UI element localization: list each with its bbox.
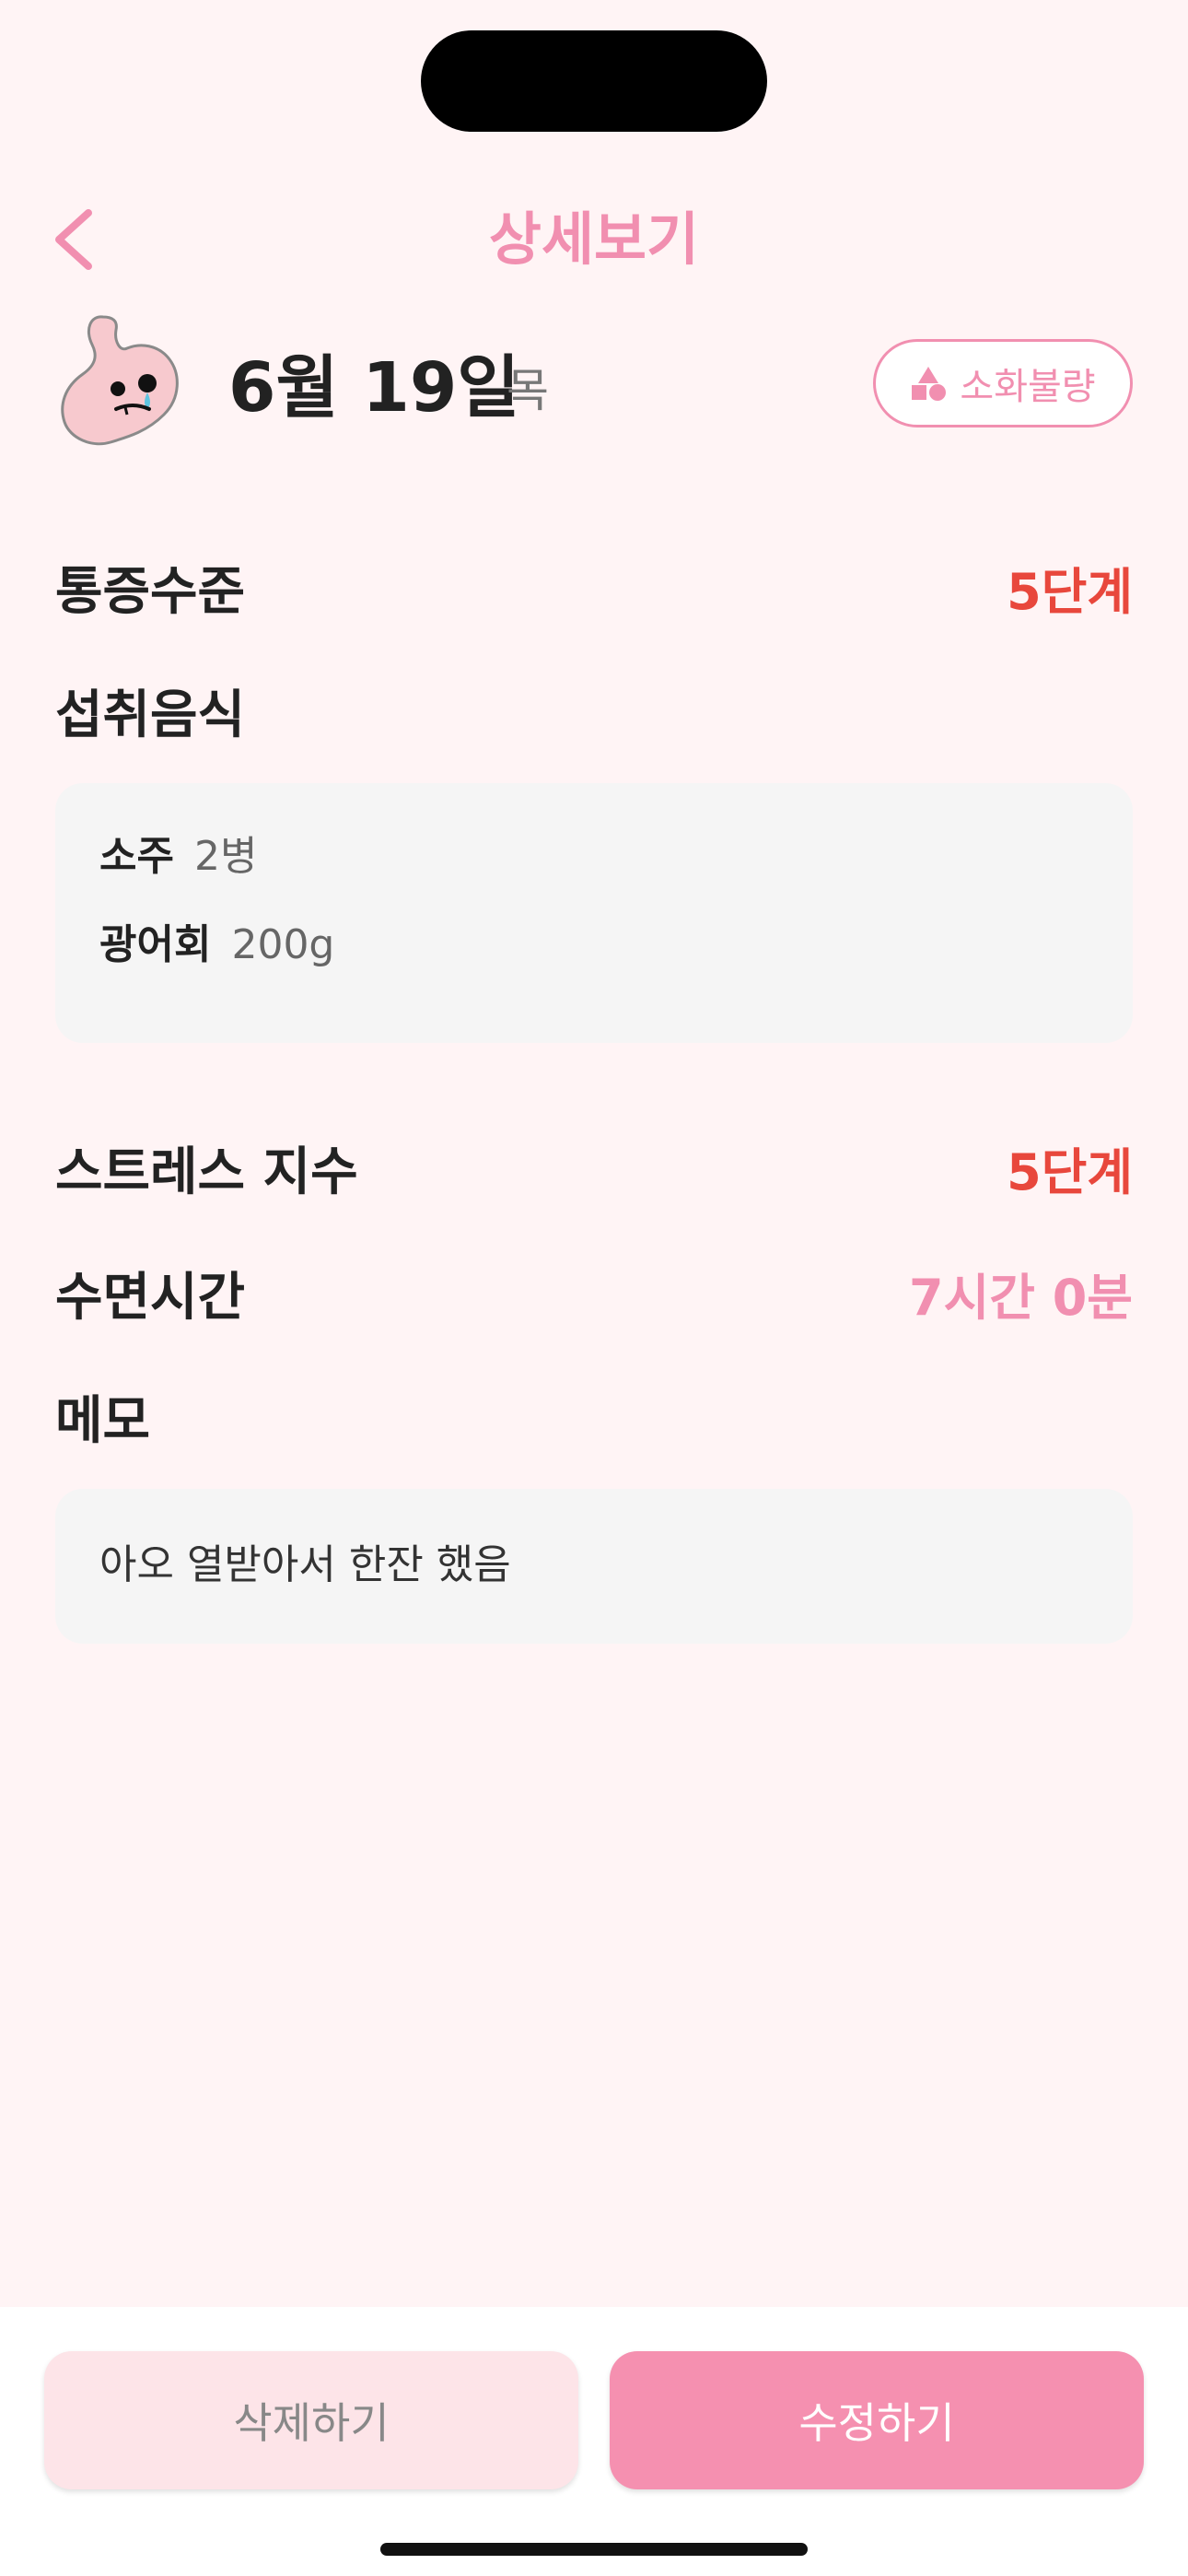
bottom-action-bar: 삭제하기 수정하기 bbox=[0, 2307, 1188, 2576]
food-quantity: 2병 bbox=[193, 833, 258, 880]
memo-card: 아오 열받아서 한잔 했음 bbox=[55, 1489, 1133, 1644]
food-item: 소주 2병 bbox=[99, 829, 257, 884]
shapes-icon bbox=[912, 367, 947, 401]
food-quantity: 200g bbox=[231, 921, 335, 968]
entry-weekday: 목 bbox=[507, 364, 549, 417]
sleep-row: 수면시간 7시간 0분 bbox=[55, 1257, 1133, 1340]
memo-label: 메모 bbox=[55, 1391, 151, 1451]
food-label: 섭취음식 bbox=[55, 685, 246, 745]
food-name: 소주 bbox=[99, 833, 174, 880]
symptom-badge-label: 소화불량 bbox=[960, 366, 1096, 408]
entry-date: 6월 19일 bbox=[228, 348, 520, 427]
memo-section-header: 메모 bbox=[55, 1380, 1133, 1463]
entry-date-row: 6월 19일 목 소화불량 bbox=[55, 313, 1133, 461]
dynamic-island bbox=[421, 30, 767, 132]
sleep-label: 수면시간 bbox=[55, 1268, 246, 1328]
symptom-badge: 소화불량 bbox=[873, 339, 1133, 427]
home-indicator bbox=[380, 2543, 808, 2556]
edit-button[interactable]: 수정하기 bbox=[610, 2351, 1144, 2489]
memo-text: 아오 열받아서 한잔 했음 bbox=[99, 1541, 511, 1588]
food-name: 광어회 bbox=[99, 921, 212, 968]
delete-button[interactable]: 삭제하기 bbox=[44, 2351, 578, 2489]
stress-row: 스트레스 지수 5단계 bbox=[55, 1131, 1133, 1214]
food-section-header: 섭취음식 bbox=[55, 674, 1133, 757]
page-title: 상세보기 bbox=[488, 205, 700, 273]
stress-label: 스트레스 지수 bbox=[55, 1142, 358, 1202]
pain-level-value: 5단계 bbox=[1007, 563, 1133, 621]
stomach-mascot-icon bbox=[61, 315, 179, 446]
pain-level-row: 통증수준 5단계 bbox=[55, 551, 1133, 634]
food-item: 광어회 200g bbox=[99, 918, 334, 973]
stress-value: 5단계 bbox=[1007, 1143, 1133, 1201]
nav-header: 상세보기 bbox=[0, 184, 1188, 295]
pain-level-label: 통증수준 bbox=[55, 562, 246, 622]
food-card: 소주 2병 광어회 200g bbox=[55, 783, 1133, 1043]
sleep-value: 7시간 0분 bbox=[909, 1269, 1133, 1327]
